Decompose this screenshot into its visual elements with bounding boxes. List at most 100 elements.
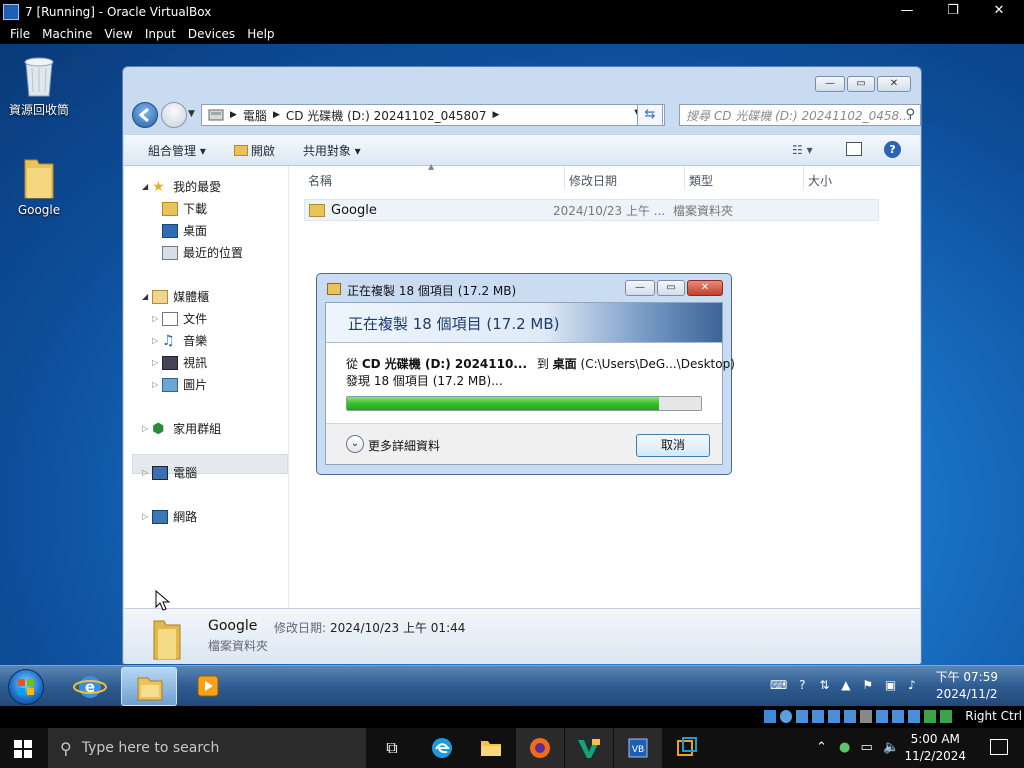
collapse-arrow-icon[interactable]: ▷: [152, 314, 158, 323]
taskbar-file-explorer[interactable]: [467, 728, 515, 768]
cpu-icon[interactable]: [892, 710, 904, 723]
breadcrumb-computer[interactable]: 電腦: [243, 107, 267, 124]
column-header-modified[interactable]: 修改日期: [569, 172, 617, 189]
copy-source[interactable]: CD 光碟機 (D:) 2024110...: [362, 357, 527, 371]
back-button[interactable]: [132, 102, 158, 128]
nav-computer[interactable]: ▷ 電腦: [142, 464, 197, 481]
search-input[interactable]: 搜尋 CD 光碟機 (D:) 20241102_0458... ⚲: [679, 104, 921, 126]
breadcrumb-cd-drive[interactable]: CD 光碟機 (D:) 20241102_045807: [286, 107, 487, 124]
preview-pane-icon[interactable]: [846, 142, 862, 156]
dialog-maximize-button[interactable]: ▭: [657, 280, 685, 296]
nav-desktop[interactable]: 桌面: [162, 222, 207, 239]
shared-folders-icon[interactable]: [844, 710, 856, 723]
action-center-icon[interactable]: ⚑: [862, 678, 873, 692]
host-clock[interactable]: 5:00 AM 11/2/2024: [904, 731, 966, 765]
forward-button[interactable]: [161, 102, 187, 128]
maximize-button[interactable]: ❐: [930, 0, 976, 23]
start-button[interactable]: [8, 669, 44, 705]
collapse-arrow-icon[interactable]: ▷: [142, 512, 148, 521]
copy-target[interactable]: 桌面: [553, 357, 577, 371]
network-icon[interactable]: ▭: [861, 740, 873, 755]
open-button[interactable]: 開啟: [233, 142, 275, 159]
volume-icon[interactable]: 🔈: [883, 740, 899, 755]
hard-disk-icon[interactable]: [764, 710, 776, 723]
search-icon[interactable]: ⚲: [905, 107, 915, 122]
taskbar-virtualbox[interactable]: VB: [614, 728, 662, 768]
nav-documents[interactable]: ▷ 文件: [152, 310, 207, 327]
help-icon[interactable]: ?: [884, 141, 901, 158]
organize-button[interactable]: 組合管理 ▾: [148, 142, 206, 159]
file-row[interactable]: Google 2024/10/23 上午 ... 檔案資料夾: [304, 199, 879, 221]
network-adapter-icon[interactable]: [812, 710, 824, 723]
column-header-size[interactable]: 大小: [808, 172, 832, 189]
desktop-icon-google-folder[interactable]: Google: [1, 154, 77, 217]
menu-help[interactable]: Help: [247, 27, 274, 41]
nav-pictures[interactable]: ▷ 圖片: [152, 376, 207, 393]
nav-videos[interactable]: ▷ 視訊: [152, 354, 207, 371]
show-hidden-icons[interactable]: ⌃: [816, 740, 827, 755]
taskbar-app-2[interactable]: [663, 728, 711, 768]
collapse-arrow-icon[interactable]: ▷: [142, 468, 148, 477]
network-tray-icon[interactable]: ▣: [885, 678, 896, 692]
host-search-box[interactable]: ⚲ Type here to search: [48, 728, 366, 768]
nav-libraries[interactable]: ◢ 媒體櫃: [142, 288, 209, 305]
menu-machine[interactable]: Machine: [42, 27, 92, 41]
desktop-icon-recycle-bin[interactable]: 資源回收筒: [1, 52, 77, 118]
volume-icon[interactable]: ♪: [908, 678, 916, 692]
notification-icon[interactable]: [990, 739, 1008, 755]
view-options-icon[interactable]: ☷ ▾: [792, 143, 813, 157]
collapse-arrow-icon[interactable]: ▷: [152, 380, 158, 389]
menu-devices[interactable]: Devices: [188, 27, 235, 41]
keyboard-icon[interactable]: ⌨: [770, 678, 787, 692]
tray-arrows-icon[interactable]: ⇅: [819, 678, 829, 692]
nav-recent-places[interactable]: 最近的位置: [162, 244, 243, 261]
recent-pages-dropdown-icon[interactable]: ▼: [188, 109, 195, 119]
collapse-arrow-icon[interactable]: ▷: [142, 424, 148, 433]
guest-additions-icon[interactable]: [924, 710, 936, 723]
refresh-button[interactable]: ⇆: [637, 104, 663, 126]
nav-homegroup[interactable]: ▷ ⬢ 家用群組: [142, 420, 221, 437]
guest-clock[interactable]: 下午 07:59 2024/11/2: [936, 669, 998, 703]
audio-icon[interactable]: [796, 710, 808, 723]
display-icon[interactable]: [860, 710, 872, 723]
show-hidden-icons[interactable]: ▲: [841, 678, 850, 692]
address-bar[interactable]: ▶ 電腦 ▶ CD 光碟機 (D:) 20241102_045807 ▶ ▼: [201, 104, 665, 126]
help-tray-icon[interactable]: ?: [799, 678, 805, 692]
menu-input[interactable]: Input: [145, 27, 176, 41]
column-header-name[interactable]: 名稱: [308, 172, 332, 189]
usb-icon[interactable]: [828, 710, 840, 723]
user-icon[interactable]: ●: [839, 740, 850, 755]
recording-icon[interactable]: [876, 710, 888, 723]
collapse-arrow-icon[interactable]: ▷: [152, 358, 158, 367]
task-view-button[interactable]: ⧉: [368, 728, 416, 768]
expand-arrow-icon[interactable]: ◢: [142, 292, 148, 301]
menu-view[interactable]: View: [104, 27, 132, 41]
minimize-button[interactable]: —: [884, 0, 930, 23]
nav-downloads[interactable]: 下載: [162, 200, 207, 217]
explorer-close-button[interactable]: ✕: [877, 76, 911, 92]
more-details-link[interactable]: 更多詳細資料: [368, 437, 440, 454]
explorer-maximize-button[interactable]: ▭: [847, 76, 875, 92]
collapse-arrow-icon[interactable]: ▷: [152, 336, 158, 345]
taskbar-explorer-active[interactable]: [121, 667, 177, 706]
taskbar-app[interactable]: [565, 728, 613, 768]
nav-music[interactable]: ▷ ♫ 音樂: [152, 332, 207, 349]
keyboard-capture-icon[interactable]: [940, 710, 952, 723]
taskbar-edge[interactable]: [418, 728, 466, 768]
cancel-button[interactable]: 取消: [636, 434, 710, 457]
optical-drive-icon[interactable]: [780, 710, 792, 723]
taskbar-internet-explorer[interactable]: e: [62, 667, 118, 706]
taskbar-media-player[interactable]: [180, 667, 236, 706]
dialog-close-button[interactable]: ✕: [687, 280, 723, 296]
dialog-minimize-button[interactable]: —: [625, 280, 655, 296]
close-button[interactable]: ✕: [976, 0, 1022, 23]
menu-file[interactable]: File: [10, 27, 30, 41]
expand-chevron-icon[interactable]: ⌄: [346, 435, 364, 453]
expand-arrow-icon[interactable]: ◢: [142, 182, 148, 191]
mouse-integration-icon[interactable]: [908, 710, 920, 723]
nav-network[interactable]: ▷ 網路: [142, 508, 197, 525]
column-header-type[interactable]: 類型: [689, 172, 713, 189]
explorer-minimize-button[interactable]: —: [815, 76, 845, 92]
nav-favorites[interactable]: ◢ ★ 我的最愛: [142, 178, 221, 195]
taskbar-firefox[interactable]: [516, 728, 564, 768]
